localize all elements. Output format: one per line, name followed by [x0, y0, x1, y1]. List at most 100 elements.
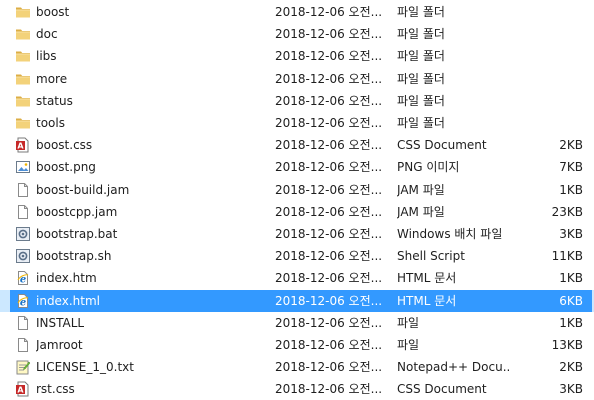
- file-type: HTML 문서: [397, 293, 457, 308]
- css-file-icon: A: [15, 381, 31, 397]
- file-size: [505, 68, 583, 90]
- css-file-icon: A: [15, 137, 31, 153]
- file-list: boost 2018-12-06 오전... 파일 폴더 doc 2018-12-06 …: [0, 0, 594, 400]
- file-name: LICENSE_1_0.txt: [36, 360, 134, 375]
- file-name: doc: [36, 27, 58, 42]
- blank-file-icon: [15, 337, 31, 353]
- file-name: boost.png: [36, 160, 96, 175]
- file-size: 23KB: [551, 204, 583, 219]
- file-size: [505, 45, 583, 67]
- file-row[interactable]: tools 2018-12-06 오전... 파일 폴더: [0, 112, 594, 134]
- file-row[interactable]: doc 2018-12-06 오전... 파일 폴더: [0, 23, 594, 45]
- file-name: more: [36, 71, 68, 86]
- file-row[interactable]: more 2018-12-06 오전... 파일 폴더: [0, 68, 594, 90]
- folder-icon: [15, 48, 31, 64]
- file-modified-date: 2018-12-06 오전...: [275, 249, 383, 264]
- file-size: 3KB: [559, 382, 583, 397]
- file-name: rst.css: [36, 382, 75, 397]
- file-size: 7KB: [559, 160, 583, 175]
- file-type: 파일 폴더: [397, 116, 445, 130]
- file-row[interactable]: Jamroot 2018-12-06 오전... 파일 13KB: [0, 334, 594, 356]
- file-row[interactable]: boost-build.jam 2018-12-06 오전... JAM 파일 1KB: [0, 179, 594, 201]
- folder-icon: [15, 71, 31, 87]
- file-row[interactable]: bootstrap.bat 2018-12-06 오전... Windows 배치 …: [0, 223, 594, 245]
- file-name: boost: [36, 5, 70, 19]
- folder-icon: [15, 4, 31, 20]
- file-size: [505, 23, 583, 45]
- blank-file-icon: [15, 182, 31, 198]
- file-modified-date: 2018-12-06 오전...: [275, 5, 383, 19]
- ie-html-icon: e: [15, 293, 31, 309]
- file-size: [505, 1, 583, 23]
- file-type: 파일: [397, 338, 420, 352]
- folder-icon: [15, 26, 31, 42]
- ie-html-icon: e: [15, 270, 31, 286]
- file-type: HTML 문서: [397, 271, 457, 286]
- file-name: tools: [36, 116, 65, 130]
- file-row[interactable]: Arst.css 2018-12-06 오전... CSS Document 3KB: [0, 378, 594, 400]
- file-size: 6KB: [559, 293, 583, 308]
- file-modified-date: 2018-12-06 오전...: [275, 360, 383, 375]
- file-row[interactable]: status 2018-12-06 오전... 파일 폴더: [0, 90, 594, 112]
- file-size: 1KB: [559, 182, 583, 197]
- file-modified-date: 2018-12-06 오전...: [275, 71, 383, 86]
- file-modified-date: 2018-12-06 오전...: [275, 227, 383, 241]
- file-size: [505, 90, 583, 112]
- file-row[interactable]: LICENSE_1_0.txt 2018-12-06 오전... Notepad++…: [0, 356, 594, 378]
- shell-file-icon: [15, 248, 31, 264]
- file-type: 파일 폴더: [397, 27, 445, 42]
- file-modified-date: 2018-12-06 오전...: [275, 116, 383, 130]
- folder-icon: [15, 93, 31, 109]
- file-modified-date: 2018-12-06 오전...: [275, 182, 383, 197]
- file-name: boost-build.jam: [36, 182, 130, 197]
- blank-file-icon: [15, 204, 31, 220]
- file-modified-date: 2018-12-06 오전...: [275, 271, 383, 286]
- file-row[interactable]: bootstrap.sh 2018-12-06 오전... Shell Script…: [0, 245, 594, 267]
- file-type: 파일 폴더: [397, 71, 445, 86]
- file-size: [505, 112, 583, 134]
- file-type: 파일 폴더: [397, 5, 445, 19]
- file-name: status: [36, 93, 73, 108]
- file-name: bootstrap.sh: [36, 249, 112, 264]
- file-row[interactable]: libs 2018-12-06 오전... 파일 폴더: [0, 45, 594, 67]
- file-modified-date: 2018-12-06 오전...: [275, 49, 383, 64]
- file-size: 3KB: [559, 227, 583, 241]
- file-type: 파일 폴더: [397, 93, 445, 108]
- batch-file-icon: [15, 226, 31, 242]
- file-modified-date: 2018-12-06 오전...: [275, 204, 383, 219]
- file-modified-date: 2018-12-06 오전...: [275, 315, 383, 330]
- file-modified-date: 2018-12-06 오전...: [275, 382, 383, 397]
- file-modified-date: 2018-12-06 오전...: [275, 293, 383, 308]
- file-row[interactable]: e index.html 2018-12-06 오전... HTML 문서 6KB: [0, 289, 594, 312]
- file-name: bootstrap.bat: [36, 227, 118, 241]
- file-name: index.htm: [36, 271, 97, 286]
- svg-text:e: e: [20, 297, 26, 308]
- svg-text:A: A: [17, 386, 24, 395]
- file-type: PNG 이미지: [397, 160, 460, 175]
- image-file-icon: [15, 159, 31, 175]
- file-row[interactable]: boost.png 2018-12-06 오전... PNG 이미지 7KB: [0, 156, 594, 178]
- file-name: boost.css: [36, 138, 93, 153]
- folder-icon: [15, 115, 31, 131]
- file-type: JAM 파일: [397, 182, 445, 197]
- file-name: boostcpp.jam: [36, 204, 118, 219]
- file-row[interactable]: e index.htm 2018-12-06 오전... HTML 문서 1KB: [0, 267, 594, 289]
- file-row[interactable]: INSTALL 2018-12-06 오전... 파일 1KB: [0, 312, 594, 334]
- notepadpp-file-icon: [15, 359, 31, 375]
- file-row[interactable]: boost 2018-12-06 오전... 파일 폴더: [0, 1, 594, 23]
- file-type: JAM 파일: [397, 204, 445, 219]
- file-type: Notepad++ Docu...: [397, 360, 509, 375]
- file-modified-date: 2018-12-06 오전...: [275, 138, 383, 153]
- file-type: Windows 배치 파일: [397, 227, 503, 241]
- file-type: CSS Document: [397, 138, 487, 153]
- file-name: index.html: [36, 293, 100, 308]
- blank-file-icon: [15, 315, 31, 331]
- file-name: Jamroot: [36, 338, 83, 352]
- file-size: 13KB: [551, 338, 583, 352]
- file-row[interactable]: Aboost.css 2018-12-06 오전... CSS Document 2K…: [0, 134, 594, 156]
- file-type: Shell Script: [397, 249, 465, 264]
- file-size: 1KB: [559, 315, 583, 330]
- file-size: 2KB: [559, 360, 583, 375]
- file-row[interactable]: boostcpp.jam 2018-12-06 오전... JAM 파일 23KB: [0, 201, 594, 223]
- file-modified-date: 2018-12-06 오전...: [275, 160, 383, 175]
